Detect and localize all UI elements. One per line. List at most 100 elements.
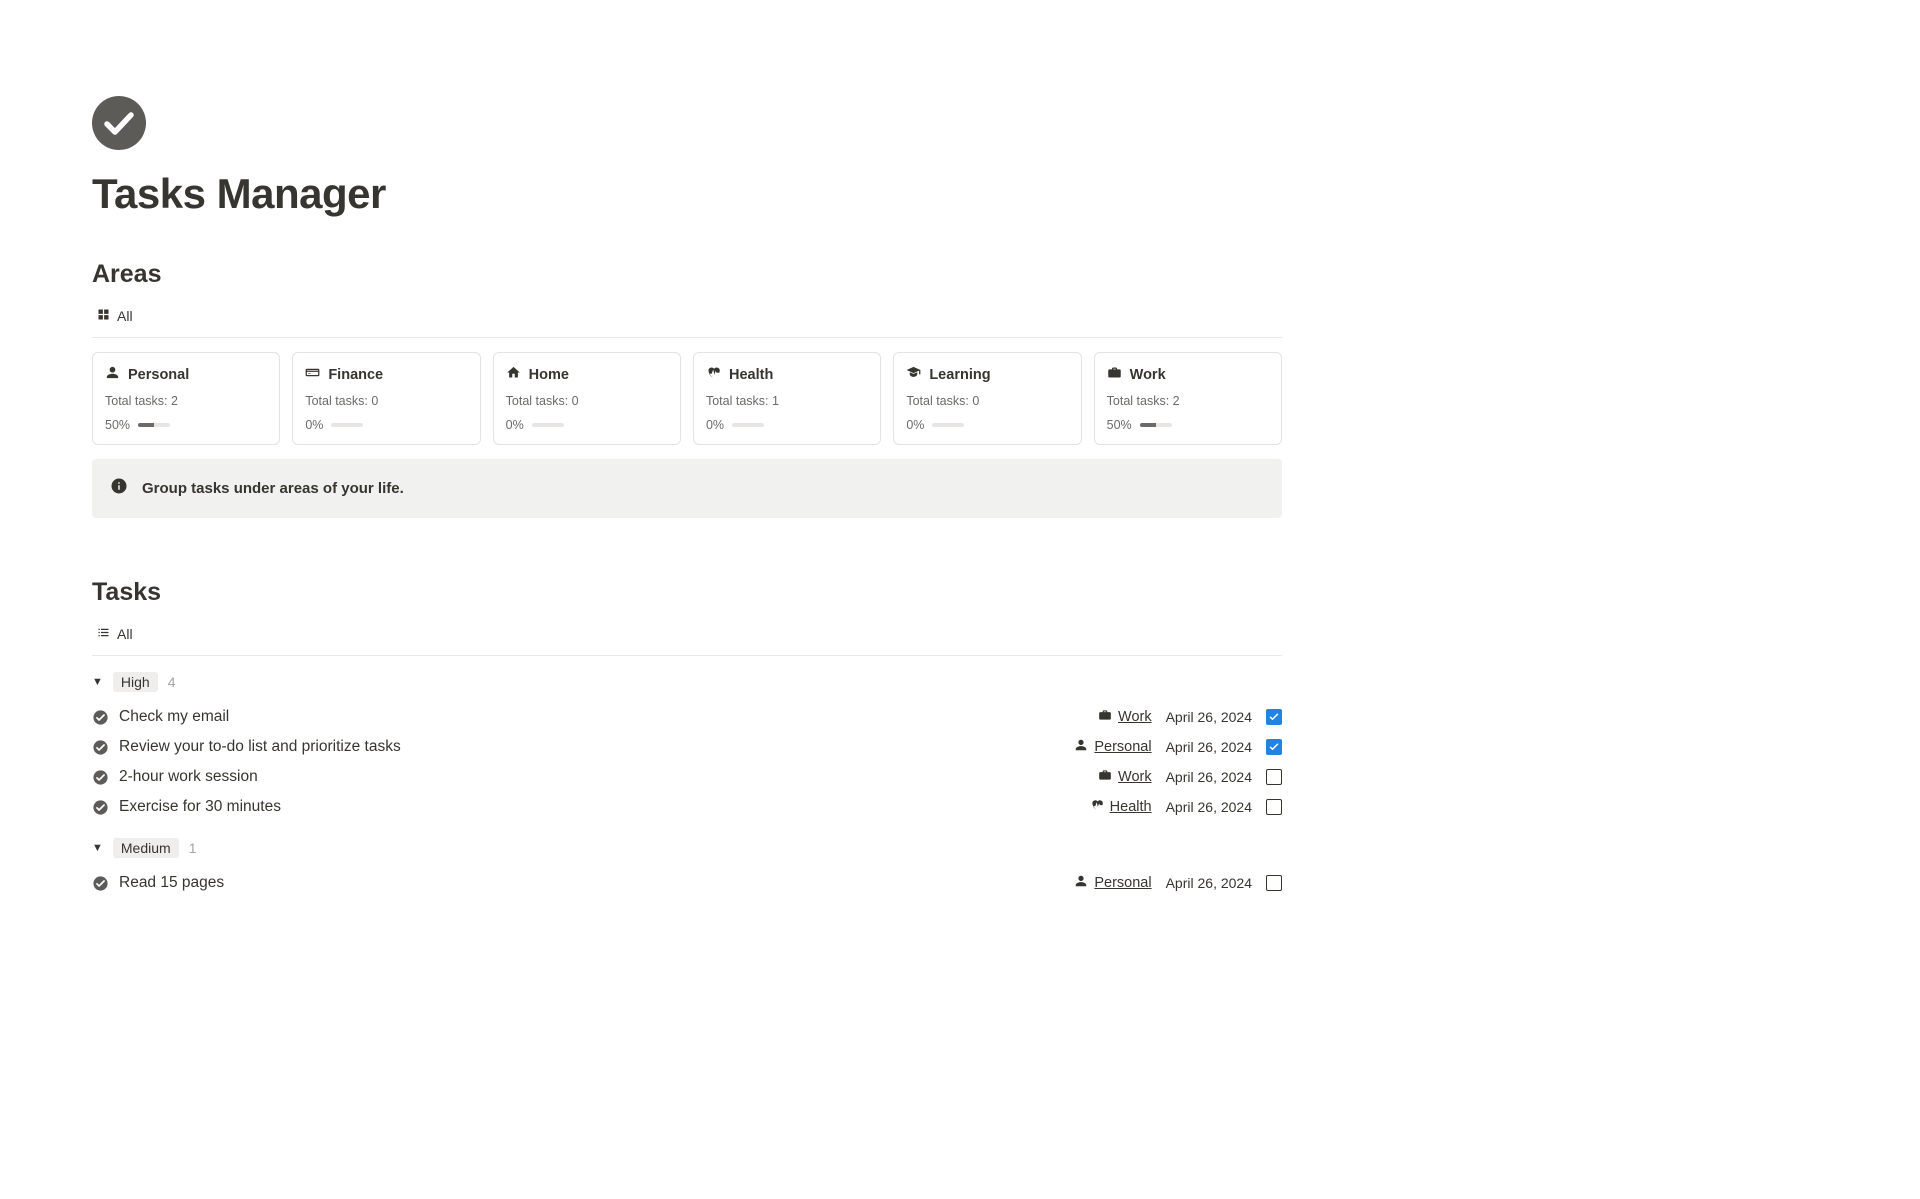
progress-bar — [331, 423, 363, 427]
progress-bar — [932, 423, 964, 427]
areas-view-tabs: All — [92, 299, 1282, 338]
area-total: Total tasks: 0 — [305, 394, 467, 408]
done-checkbox[interactable] — [1266, 769, 1282, 785]
gallery-icon — [96, 307, 111, 325]
group-label: High — [113, 672, 158, 692]
area-card[interactable]: Work Total tasks: 2 50% — [1094, 352, 1282, 445]
check-circle-icon — [92, 875, 109, 892]
task-title: 2-hour work session — [119, 768, 258, 786]
briefcase-icon — [1098, 768, 1112, 786]
area-name: Home — [529, 367, 569, 383]
done-checkbox[interactable] — [1266, 709, 1282, 725]
area-percent: 0% — [305, 418, 323, 432]
area-card[interactable]: Health Total tasks: 1 0% — [693, 352, 881, 445]
task-area-name: Personal — [1094, 739, 1151, 755]
tasks-view-label: All — [117, 626, 133, 642]
task-area-link[interactable]: Work — [1098, 768, 1152, 786]
tasks-heading: Tasks — [92, 578, 1282, 607]
done-checkbox[interactable] — [1266, 799, 1282, 815]
task-area-name: Health — [1110, 799, 1152, 815]
house-icon — [506, 365, 521, 384]
task-title: Exercise for 30 minutes — [119, 798, 281, 816]
task-area-link[interactable]: Personal — [1074, 874, 1151, 892]
briefcase-icon — [1107, 365, 1122, 384]
info-icon — [110, 477, 128, 500]
task-row[interactable]: Check my email Work April 26, 2024 — [92, 702, 1282, 732]
briefcase-icon — [1098, 708, 1112, 726]
callout: Group tasks under areas of your life. — [92, 459, 1282, 518]
area-name: Health — [729, 367, 773, 383]
task-date: April 26, 2024 — [1166, 875, 1252, 891]
area-percent: 50% — [105, 418, 130, 432]
area-card[interactable]: Finance Total tasks: 0 0% — [292, 352, 480, 445]
progress-bar — [1140, 423, 1172, 427]
area-card[interactable]: Home Total tasks: 0 0% — [493, 352, 681, 445]
area-total: Total tasks: 0 — [906, 394, 1068, 408]
page-icon[interactable] — [92, 96, 1282, 150]
check-circle-icon — [92, 739, 109, 756]
area-total: Total tasks: 2 — [1107, 394, 1269, 408]
task-row[interactable]: Exercise for 30 minutes Health April 26,… — [92, 792, 1282, 822]
task-date: April 26, 2024 — [1166, 709, 1252, 725]
area-card[interactable]: Learning Total tasks: 0 0% — [893, 352, 1081, 445]
task-groups: ▼ High 4 Check my email Work April 26, 2… — [92, 672, 1282, 898]
person-icon — [1074, 874, 1088, 892]
task-date: April 26, 2024 — [1166, 799, 1252, 815]
area-percent: 0% — [906, 418, 924, 432]
progress-bar — [532, 423, 564, 427]
task-date: April 26, 2024 — [1166, 739, 1252, 755]
chevron-down-icon: ▼ — [92, 676, 103, 688]
group-label: Medium — [113, 838, 179, 858]
done-checkbox[interactable] — [1266, 739, 1282, 755]
area-percent: 0% — [706, 418, 724, 432]
area-total: Total tasks: 1 — [706, 394, 868, 408]
task-date: April 26, 2024 — [1166, 769, 1252, 785]
creditcard-icon — [305, 365, 320, 384]
group-count: 1 — [189, 840, 197, 856]
task-title: Read 15 pages — [119, 874, 224, 892]
area-card[interactable]: Personal Total tasks: 2 50% — [92, 352, 280, 445]
gradcap-icon — [906, 365, 921, 384]
check-circle-icon — [92, 799, 109, 816]
group-count: 4 — [168, 674, 176, 690]
areas-view-all-tab[interactable]: All — [92, 305, 137, 327]
group-toggle-row[interactable]: ▼ High 4 — [92, 672, 1282, 692]
area-percent: 50% — [1107, 418, 1132, 432]
group-toggle-row[interactable]: ▼ Medium 1 — [92, 838, 1282, 858]
areas-view-label: All — [117, 308, 133, 324]
chevron-down-icon: ▼ — [92, 842, 103, 854]
progress-bar — [732, 423, 764, 427]
area-name: Learning — [929, 367, 990, 383]
area-total: Total tasks: 2 — [105, 394, 267, 408]
task-row[interactable]: Review your to-do list and prioritize ta… — [92, 732, 1282, 762]
task-area-link[interactable]: Personal — [1074, 738, 1151, 756]
list-icon — [96, 625, 111, 643]
task-area-name: Personal — [1094, 875, 1151, 891]
task-row[interactable]: Read 15 pages Personal April 26, 2024 — [92, 868, 1282, 898]
task-title: Review your to-do list and prioritize ta… — [119, 738, 401, 756]
areas-heading: Areas — [92, 260, 1282, 289]
person-icon — [105, 365, 120, 384]
task-row[interactable]: 2-hour work session Work April 26, 2024 — [92, 762, 1282, 792]
area-percent: 0% — [506, 418, 524, 432]
done-checkbox[interactable] — [1266, 875, 1282, 891]
check-circle-icon — [92, 769, 109, 786]
task-area-link[interactable]: Health — [1090, 798, 1152, 816]
area-name: Work — [1130, 367, 1166, 383]
person-icon — [1074, 738, 1088, 756]
task-area-name: Work — [1118, 769, 1152, 785]
tasks-view-all-tab[interactable]: All — [92, 623, 137, 645]
heartbeat-icon — [706, 365, 721, 384]
tasks-view-tabs: All — [92, 617, 1282, 656]
task-title: Check my email — [119, 708, 229, 726]
area-total: Total tasks: 0 — [506, 394, 668, 408]
task-area-link[interactable]: Work — [1098, 708, 1152, 726]
areas-grid: Personal Total tasks: 2 50% Finance Tota… — [92, 352, 1282, 445]
page-title[interactable]: Tasks Manager — [92, 170, 1282, 218]
area-name: Personal — [128, 367, 189, 383]
progress-bar — [138, 423, 170, 427]
callout-text: Group tasks under areas of your life. — [142, 480, 404, 497]
area-name: Finance — [328, 367, 383, 383]
heartbeat-icon — [1090, 798, 1104, 816]
task-area-name: Work — [1118, 709, 1152, 725]
